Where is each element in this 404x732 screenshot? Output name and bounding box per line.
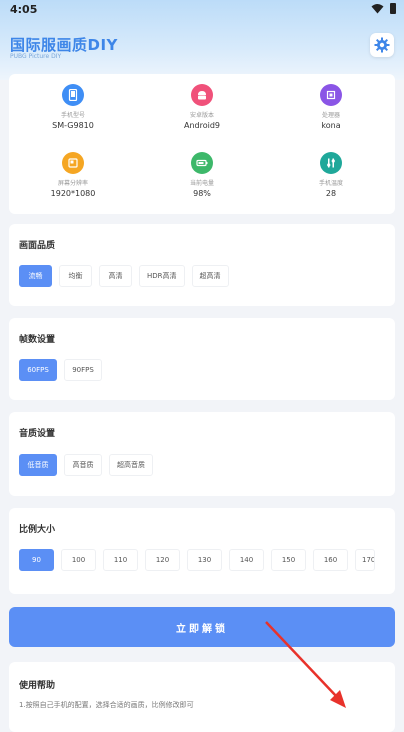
gear-icon — [374, 37, 390, 53]
info-value: 28 — [325, 189, 337, 198]
info-phone-temperature: 手机温度 28 — [271, 152, 391, 198]
status-time: 4:05 — [10, 3, 38, 16]
ratio-option[interactable]: 170 — [355, 549, 375, 571]
audio-options: 低音质 高音质 超高音质 — [19, 454, 153, 476]
info-value: 1920*1080 — [50, 189, 96, 198]
ratio-section-title: 比例大小 — [19, 525, 56, 535]
ratio-option[interactable]: 90 — [19, 549, 54, 571]
fps-option[interactable]: 90FPS — [64, 359, 102, 381]
ratio-option[interactable]: 100 — [61, 549, 96, 571]
screen-icon — [62, 152, 84, 174]
info-label: 处理器 — [321, 112, 340, 119]
quality-option[interactable]: 超高清 — [191, 265, 229, 287]
app-title: 国际服画质DIY — [10, 36, 118, 54]
ratio-option[interactable]: 130 — [187, 549, 222, 571]
cpu-icon — [320, 84, 342, 106]
system-icons — [371, 3, 396, 14]
quality-card: 画面品质 流畅 均衡 高清 HDR高清 超高清 — [9, 224, 395, 306]
audio-option[interactable]: 超高音质 — [109, 454, 153, 476]
ratio-options: 90 100 110 120 130 140 150 160 170 — [19, 549, 375, 571]
info-label: 手机型号 — [60, 112, 85, 119]
quality-option[interactable]: 高清 — [99, 265, 132, 287]
ratio-option[interactable]: 160 — [313, 549, 348, 571]
ratio-option[interactable]: 110 — [103, 549, 138, 571]
device-info-card: 手机型号 SM-G9810 安卓版本 Android9 处理器 kona 屏幕分… — [9, 74, 395, 214]
info-value: kona — [321, 121, 341, 130]
ratio-option[interactable]: 120 — [145, 549, 180, 571]
phone-icon — [62, 84, 84, 106]
help-text: 1.按照自己手机的配置，选择合适的画质，比例修改即可 — [19, 701, 194, 709]
help-card: 使用帮助 1.按照自己手机的配置，选择合适的画质，比例修改即可 — [9, 662, 395, 732]
fps-section-title: 帧数设置 — [19, 335, 56, 345]
fps-card: 帧数设置 60FPS 90FPS — [9, 318, 395, 400]
app-subtitle: PUBG Picture DIY — [10, 53, 62, 60]
audio-option[interactable]: 低音质 — [19, 454, 57, 476]
info-value: Android9 — [183, 121, 221, 130]
settings-button[interactable] — [370, 33, 394, 57]
audio-section-title: 音质设置 — [19, 429, 56, 439]
info-value: 98% — [193, 189, 211, 198]
info-label: 当前电量 — [189, 180, 214, 187]
ratio-card: 比例大小 90 100 110 120 130 140 150 160 170 — [9, 508, 395, 594]
wifi-icon — [371, 4, 384, 14]
info-label: 安卓版本 — [189, 112, 214, 119]
quality-options: 流畅 均衡 高清 HDR高清 超高清 — [19, 265, 229, 287]
quality-option[interactable]: 均衡 — [59, 265, 92, 287]
info-phone-model: 手机型号 SM-G9810 — [13, 84, 133, 130]
info-processor: 处理器 kona — [271, 84, 391, 130]
ratio-option[interactable]: 140 — [229, 549, 264, 571]
info-battery-level: 当前电量 98% — [142, 152, 262, 198]
info-label: 屏幕分辨率 — [57, 180, 88, 187]
thermometer-icon — [320, 152, 342, 174]
android-icon — [191, 84, 213, 106]
info-screen-resolution: 屏幕分辨率 1920*1080 — [13, 152, 133, 198]
info-label: 手机温度 — [318, 180, 343, 187]
audio-card: 音质设置 低音质 高音质 超高音质 — [9, 412, 395, 496]
quality-option[interactable]: 流畅 — [19, 265, 52, 287]
info-android-version: 安卓版本 Android9 — [142, 84, 262, 130]
battery-status-icon — [390, 3, 396, 14]
unlock-button[interactable]: 立即解锁 — [9, 607, 395, 647]
status-bar: 4:05 — [0, 0, 404, 22]
fps-option[interactable]: 60FPS — [19, 359, 57, 381]
battery-icon — [191, 152, 213, 174]
ratio-option[interactable]: 150 — [271, 549, 306, 571]
quality-section-title: 画面品质 — [19, 241, 56, 251]
help-title: 使用帮助 — [19, 681, 56, 691]
audio-option[interactable]: 高音质 — [64, 454, 102, 476]
quality-option[interactable]: HDR高清 — [139, 265, 185, 287]
info-value: SM-G9810 — [52, 121, 94, 130]
fps-options: 60FPS 90FPS — [19, 359, 102, 381]
app-header: 4:05 国际服画质DIY PUBG Picture DIY — [0, 0, 404, 80]
